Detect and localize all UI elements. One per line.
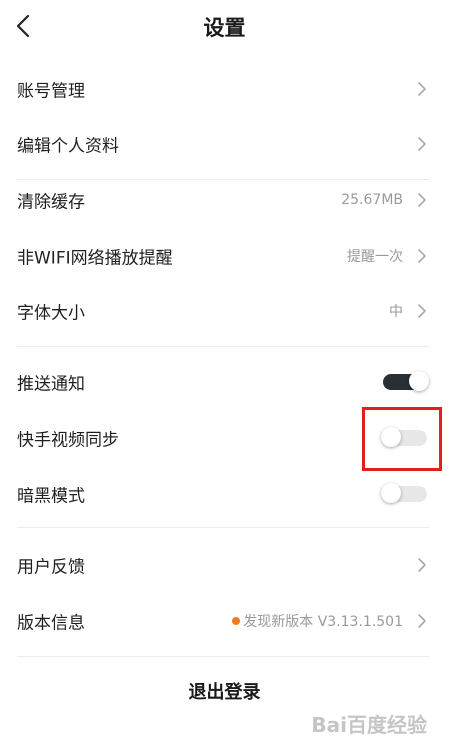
row-label: 暗黑模式	[17, 486, 85, 507]
row-label: 用户反馈	[17, 557, 85, 578]
settings-row-dark-mode: 暗黑模式	[17, 472, 429, 516]
dark-mode-toggle[interactable]	[381, 483, 427, 503]
page-title: 设置	[203, 16, 246, 40]
chevron-right-icon	[418, 82, 426, 96]
cache-size-value: 25.67MB	[341, 192, 403, 208]
chevron-right-icon	[418, 249, 426, 263]
new-version-dot-icon	[232, 617, 241, 625]
settings-row-clear-cache[interactable]: 清除缓存 25.67MB	[17, 178, 429, 222]
settings-row-non-wifi[interactable]: 非WIFI网络播放提醒 提醒一次	[17, 234, 429, 278]
divider	[17, 656, 429, 657]
version-value: 发现新版本 V3.13.1.501	[232, 611, 403, 631]
toggle-knob	[381, 483, 401, 503]
settings-row-push: 推送通知	[17, 360, 429, 404]
settings-row-font-size[interactable]: 字体大小 中	[17, 289, 429, 333]
settings-row-edit-profile[interactable]: 编辑个人资料	[17, 122, 429, 166]
non-wifi-value: 提醒一次	[347, 249, 403, 265]
row-label: 非WIFI网络播放提醒	[17, 248, 173, 269]
divider	[17, 346, 429, 347]
watermark-logo: Bai百度经验	[311, 713, 427, 737]
chevron-right-icon	[418, 137, 426, 151]
header-bar: 设置	[0, 0, 449, 56]
chevron-right-icon	[418, 304, 426, 318]
row-label: 账号管理	[17, 81, 85, 102]
row-label: 快手视频同步	[17, 430, 119, 451]
row-label: 推送通知	[17, 374, 85, 395]
chevron-right-icon	[418, 558, 426, 572]
chevron-right-icon	[418, 193, 426, 207]
highlight-annotation-box	[362, 407, 442, 471]
toggle-knob	[409, 371, 429, 391]
row-label: 字体大小	[17, 303, 85, 324]
logout-button[interactable]: 退出登录	[0, 676, 449, 710]
push-notification-toggle[interactable]	[383, 371, 429, 391]
chevron-right-icon	[418, 614, 426, 628]
row-label: 清除缓存	[17, 192, 85, 213]
row-label: 版本信息	[17, 613, 85, 634]
divider	[17, 527, 429, 528]
row-label: 编辑个人资料	[17, 136, 119, 157]
settings-row-feedback[interactable]: 用户反馈	[17, 543, 429, 587]
settings-row-account[interactable]: 账号管理	[17, 67, 429, 111]
font-size-value: 中	[389, 304, 403, 320]
settings-row-version[interactable]: 版本信息 发现新版本 V3.13.1.501	[17, 599, 429, 643]
version-text: 发现新版本 V3.13.1.501	[243, 614, 403, 630]
